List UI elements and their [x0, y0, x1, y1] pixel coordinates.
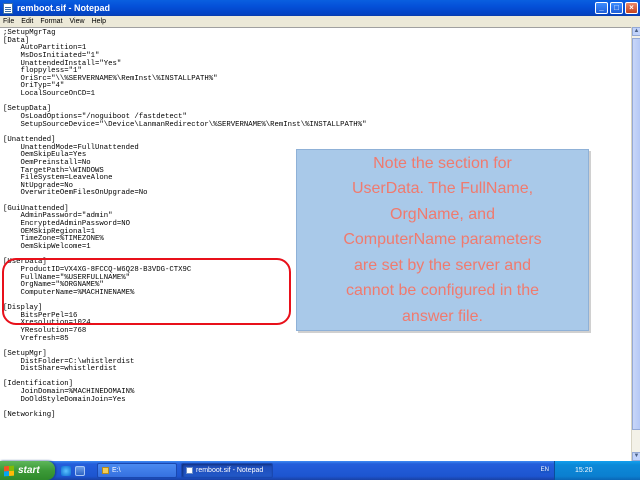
menu-view[interactable]: View	[70, 18, 85, 25]
text-line: DistShare=whistlerdist	[3, 365, 117, 374]
text-line: LocalSourceOnCD=1	[3, 90, 95, 99]
quick-launch	[61, 465, 89, 476]
taskbar-button-label: remboot.sif - Notepad	[196, 467, 264, 474]
vertical-scrollbar[interactable]: ▲ ▼	[631, 27, 640, 461]
text-line: SetupSourceDevice="\Device\LanmanRedirec…	[3, 120, 367, 129]
callout-line: cannot be configured in the	[345, 282, 540, 300]
callout-line: are set by the server and	[354, 256, 531, 274]
callout-line: UserData. The FullName,	[351, 180, 534, 198]
menu-file[interactable]: File	[3, 18, 14, 25]
text-line: UnattendedInstall="Yes"	[3, 59, 122, 68]
minimize-button[interactable]: _	[595, 2, 608, 14]
notepad-icon	[186, 467, 193, 474]
start-button[interactable]: start	[0, 461, 55, 480]
close-button[interactable]: ×	[625, 2, 638, 14]
text-line: OriSrc="\\%SERVERNAME%\RemInst\%INSTALLP…	[3, 74, 218, 83]
windows-logo-icon	[4, 465, 14, 476]
scrollbar-thumb[interactable]	[632, 38, 640, 430]
window-title: remboot.sif - Notepad	[17, 3, 111, 13]
menu-format[interactable]: Format	[40, 18, 62, 25]
text-line: ;SetupMgrTag	[3, 29, 56, 37]
taskbar-button-label: E:\	[112, 467, 121, 474]
title-bar[interactable]: remboot.sif - Notepad _ □ ×	[0, 0, 640, 16]
text-line	[3, 404, 631, 412]
show-desktop-icon[interactable]	[75, 465, 85, 476]
text-line	[3, 99, 631, 107]
callout-line: OrgName, and	[390, 205, 495, 223]
maximize-button[interactable]: □	[610, 2, 623, 14]
userdata-highlight-oval	[2, 258, 291, 325]
taskbar-button-explorer[interactable]: E:\	[97, 463, 177, 478]
text-line: [Networking]	[3, 411, 56, 420]
start-label: start	[18, 465, 40, 476]
text-line: DoOldStyleDomainJoin=Yes	[3, 395, 126, 404]
system-tray: 15:20	[554, 461, 640, 480]
note-callout: Note the section for UserData. The FullN…	[296, 149, 589, 331]
callout-line: answer file.	[402, 307, 483, 325]
callout-line: ComputerName parameters	[343, 231, 542, 249]
taskbar: start E:\ remboot.sif - Notepad EN 15:20	[0, 461, 640, 480]
scroll-down-arrow-icon[interactable]: ▼	[632, 452, 640, 461]
language-indicator[interactable]: EN	[539, 467, 550, 473]
text-line: [Data]	[3, 36, 30, 45]
text-line	[3, 129, 631, 137]
text-line: Vrefresh=85	[3, 334, 69, 343]
menu-help[interactable]: Help	[92, 18, 106, 25]
clock[interactable]: 15:20	[575, 467, 593, 474]
text-line	[3, 374, 631, 382]
scroll-up-arrow-icon[interactable]: ▲	[632, 27, 640, 36]
notepad-icon	[3, 2, 13, 14]
taskbar-button-notepad[interactable]: remboot.sif - Notepad	[181, 463, 273, 478]
text-line: OriTyp="4"	[3, 82, 65, 91]
callout-line: Note the section for	[373, 155, 512, 173]
menu-edit[interactable]: Edit	[21, 18, 33, 25]
text-line	[3, 343, 631, 351]
folder-icon	[102, 467, 109, 474]
internet-explorer-icon[interactable]	[61, 465, 71, 476]
menu-bar: File Edit Format View Help	[0, 16, 640, 27]
